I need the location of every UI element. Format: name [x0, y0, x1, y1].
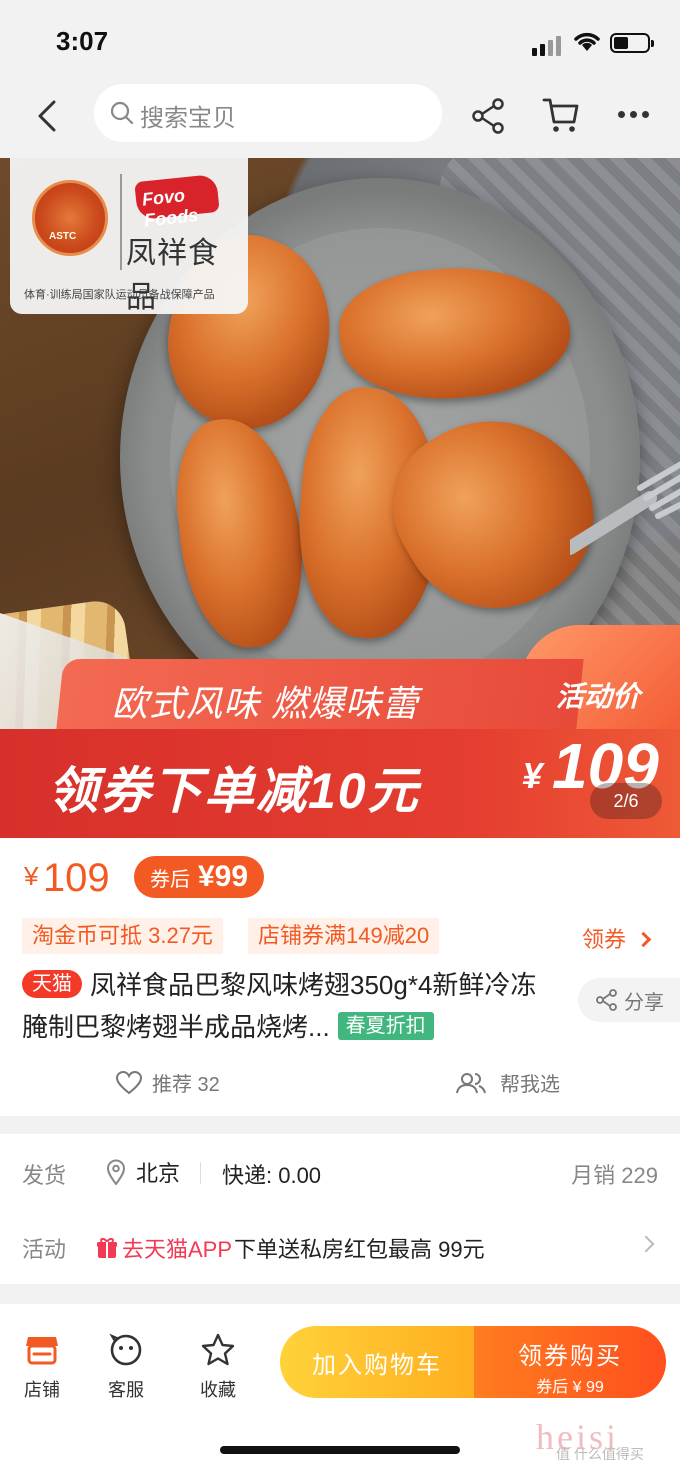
cellular-signal-icon: [532, 36, 561, 56]
fork-image: [570, 461, 680, 555]
customer-service-button[interactable]: 客服: [96, 1332, 156, 1402]
product-detail-page: 3:07 搜索宝贝 ASTC Fovo Foods 凤祥食品 体育·训练局国家队…: [0, 0, 680, 1472]
customer-service-icon: [109, 1333, 142, 1366]
fovo-foods-logo: Fovo Foods: [134, 173, 220, 230]
top-nav-bar: 搜索宝贝: [0, 84, 680, 156]
battery-icon: [610, 33, 654, 53]
favorite-button[interactable]: 收藏: [188, 1332, 248, 1402]
brand-slogan: 体育·训练局国家队运动员备战保障产品: [24, 289, 215, 301]
shipping-section: 发货 北京 快递: 0.00 月销 229 活动 去天猫APP 下单送私房红包最…: [0, 1134, 680, 1284]
activity-price-label: 活动价: [556, 681, 641, 712]
brand-logo-badge: ASTC Fovo Foods 凤祥食品 体育·训练局国家队运动员备战保障产品: [10, 158, 248, 314]
shop-coupon-tag[interactable]: 店铺券满149减20: [248, 918, 440, 954]
status-time: 3:07: [56, 26, 109, 56]
people-icon: [456, 1072, 486, 1093]
ship-location: 北京: [136, 1161, 181, 1186]
promo-coupon-text: 领券下单减10元: [48, 763, 420, 819]
search-placeholder: 搜索宝贝: [140, 105, 236, 132]
chevron-right-icon: [637, 1235, 655, 1253]
tmall-badge: 天猫: [22, 970, 82, 998]
store-icon: [26, 1337, 58, 1365]
share-icon: [596, 989, 617, 1011]
help-me-choose-button[interactable]: 帮我选: [456, 1068, 560, 1097]
search-icon: [110, 101, 134, 125]
after-coupon-price-badge: 券后 ¥99: [134, 856, 265, 898]
activity-label: 活动: [22, 1237, 67, 1262]
cart-icon[interactable]: [542, 96, 580, 136]
share-icon[interactable]: [472, 98, 506, 134]
star-icon: [201, 1333, 235, 1366]
image-pager: 2/6: [590, 783, 662, 819]
activity-description: 下单送私房红包最高 99元: [234, 1237, 485, 1262]
recommend-button[interactable]: 推荐 32: [116, 1068, 220, 1097]
brand-name: 凤祥食品: [126, 237, 219, 314]
emblem-icon: ASTC: [32, 180, 108, 256]
more-icon[interactable]: [618, 111, 649, 118]
promo-banner: 欧式风味 燃爆味蕾 活动价 领券下单减10元 ¥ 109 2/6: [0, 625, 680, 838]
store-button[interactable]: 店铺: [12, 1332, 72, 1402]
search-box[interactable]: 搜索宝贝: [94, 84, 442, 142]
monthly-sales: 月销 229: [571, 1163, 658, 1188]
heart-icon: [116, 1070, 142, 1094]
buy-with-coupon-button[interactable]: 领券购买 券后 ¥ 99: [474, 1326, 666, 1398]
go-tmall-app-link[interactable]: 去天猫APP: [96, 1232, 232, 1264]
home-indicator: [220, 1446, 460, 1454]
chevron-right-icon: [635, 931, 652, 948]
promo-tagline: 欧式风味 燃爆味蕾: [112, 683, 420, 724]
price-value: 109: [42, 856, 110, 900]
bottom-action-bar: 店铺 客服 收藏 加入购物车 领券购买 券后 ¥ 99 heisi 值 什么值得…: [0, 1304, 680, 1472]
watermark-sub: 值 什么值得买: [556, 1446, 644, 1462]
get-coupon-link[interactable]: 领券: [582, 922, 652, 954]
add-to-cart-button[interactable]: 加入购物车: [280, 1326, 474, 1398]
shipping-row[interactable]: 发货 北京 快递: 0.00 月销 229: [22, 1158, 658, 1188]
product-info-section: ¥ 109 券后 ¥99 淘金币可抵 3.27元 店铺券满149减20 领券 天…: [0, 838, 680, 1116]
location-pin-icon: [106, 1159, 126, 1185]
product-title: 天猫 凤祥食品巴黎风味烤翅350g*4新鲜冷冻腌制巴黎烤翅半成品烧烤... 春夏折扣: [22, 970, 537, 1042]
share-button[interactable]: 分享: [578, 978, 680, 1022]
status-bar: 3:07: [0, 0, 680, 84]
season-discount-badge: 春夏折扣: [337, 1012, 434, 1040]
wifi-icon: [574, 32, 600, 51]
activity-price-currency: ¥: [522, 755, 543, 796]
activity-row[interactable]: 活动 去天猫APP 下单送私房红包最高 99元: [22, 1232, 658, 1262]
price: ¥ 109: [24, 856, 110, 900]
gold-coin-tag[interactable]: 淘金币可抵 3.27元: [22, 918, 223, 954]
gift-icon: [97, 1238, 117, 1258]
express-fee: 快递: 0.00: [222, 1163, 322, 1188]
ship-label: 发货: [22, 1163, 67, 1188]
back-arrow-icon[interactable]: [30, 96, 66, 136]
